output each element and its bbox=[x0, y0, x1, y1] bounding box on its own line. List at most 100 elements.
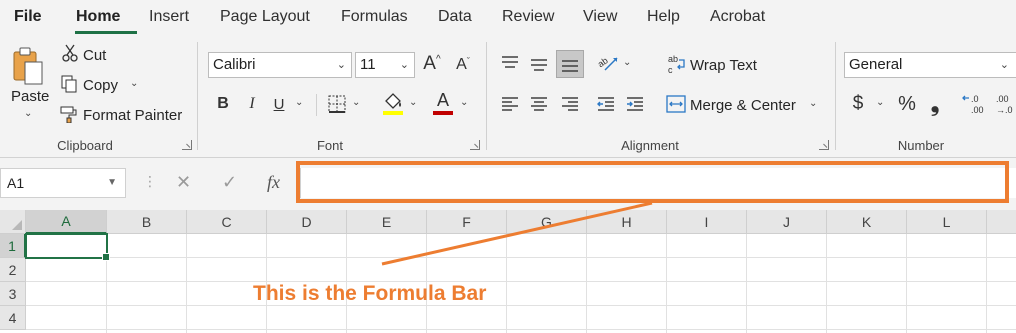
italic-button[interactable]: I bbox=[241, 92, 263, 116]
format-painter-icon[interactable] bbox=[60, 105, 80, 123]
column-header-k[interactable]: K bbox=[827, 210, 907, 234]
tab-file[interactable]: File bbox=[14, 8, 42, 26]
wrap-text-icon[interactable]: ab c bbox=[667, 54, 687, 76]
copy-button[interactable]: Copy bbox=[83, 77, 118, 94]
bottom-align-icon[interactable] bbox=[556, 50, 584, 78]
tab-formulas[interactable]: Formulas bbox=[341, 8, 408, 26]
alignment-launcher-icon[interactable] bbox=[819, 140, 829, 150]
tab-help[interactable]: Help bbox=[647, 8, 680, 26]
paste-button[interactable]: Paste bbox=[11, 88, 49, 105]
gridline bbox=[26, 257, 1016, 258]
gridline bbox=[26, 329, 1016, 330]
column-header-d[interactable]: D bbox=[267, 210, 347, 234]
format-painter-button[interactable]: Format Painter bbox=[83, 107, 182, 124]
currency-button[interactable]: $ bbox=[849, 92, 867, 116]
column-header-b[interactable]: B bbox=[107, 210, 187, 234]
column-header-a[interactable]: A bbox=[26, 210, 107, 234]
scissors-icon[interactable] bbox=[61, 44, 79, 62]
tab-page-layout[interactable]: Page Layout bbox=[220, 8, 310, 26]
number-format-select[interactable]: General ⌄ bbox=[844, 52, 1016, 78]
decrease-font-size-icon[interactable]: Aˇ bbox=[452, 54, 474, 76]
comma-style-button[interactable]: ❟ bbox=[926, 91, 944, 116]
active-cell-a1[interactable] bbox=[25, 233, 110, 261]
column-header-j[interactable]: J bbox=[747, 210, 827, 234]
font-color-icon[interactable]: A bbox=[432, 90, 454, 116]
enter-icon[interactable]: ✓ bbox=[222, 172, 237, 193]
select-all-button[interactable] bbox=[0, 210, 26, 234]
gridline bbox=[746, 234, 747, 333]
font-size-select[interactable]: 11 ⌄ bbox=[355, 52, 415, 78]
font-name-select[interactable]: Calibri ⌄ bbox=[208, 52, 352, 78]
tab-acrobat[interactable]: Acrobat bbox=[710, 8, 765, 26]
copy-icon[interactable] bbox=[60, 75, 78, 93]
spreadsheet-grid[interactable]: A B C D E F G H I J K L 1 2 3 4 bbox=[0, 210, 1016, 333]
name-box-value: A1 bbox=[7, 175, 25, 191]
orientation-icon[interactable]: ab bbox=[596, 50, 620, 74]
top-align-icon[interactable] bbox=[498, 52, 522, 74]
group-divider bbox=[486, 42, 487, 150]
increase-indent-icon[interactable] bbox=[623, 92, 647, 116]
ribbon: Paste ⌄ Cut Copy ⌄ Format Painter Clipbo… bbox=[0, 36, 1016, 158]
gridline bbox=[586, 234, 587, 333]
paste-dropdown-icon[interactable]: ⌄ bbox=[24, 108, 32, 119]
tab-review[interactable]: Review bbox=[502, 8, 554, 26]
gridline bbox=[906, 234, 907, 333]
gridline bbox=[26, 281, 1016, 282]
borders-dropdown-icon[interactable]: ⌄ bbox=[352, 97, 360, 108]
underline-dropdown-icon[interactable]: ⌄ bbox=[295, 97, 303, 108]
group-divider bbox=[197, 42, 198, 150]
percent-button[interactable]: % bbox=[895, 92, 919, 116]
column-header-h[interactable]: H bbox=[587, 210, 667, 234]
merge-center-dropdown-icon[interactable]: ⌄ bbox=[809, 98, 817, 109]
column-header-c[interactable]: C bbox=[187, 210, 267, 234]
tab-view[interactable]: View bbox=[583, 8, 617, 26]
decrease-indent-icon[interactable] bbox=[594, 92, 618, 116]
name-box[interactable]: A1 ▼ bbox=[0, 168, 126, 198]
column-header-m[interactable] bbox=[987, 210, 1016, 234]
underline-button[interactable]: U bbox=[268, 92, 290, 116]
orientation-dropdown-icon[interactable]: ⌄ bbox=[623, 57, 631, 68]
row-header-4[interactable]: 4 bbox=[0, 306, 26, 330]
cut-button[interactable]: Cut bbox=[83, 47, 106, 64]
copy-dropdown-icon[interactable]: ⌄ bbox=[130, 78, 138, 89]
merge-center-icon[interactable] bbox=[666, 94, 686, 114]
column-header-l[interactable]: L bbox=[907, 210, 987, 234]
fill-color-dropdown-icon[interactable]: ⌄ bbox=[409, 97, 417, 108]
increase-decimal-icon[interactable]: .0.00 bbox=[961, 92, 989, 116]
gridline bbox=[506, 234, 507, 333]
font-color-swatch bbox=[433, 111, 453, 115]
active-tab-indicator bbox=[75, 31, 137, 34]
font-launcher-icon[interactable] bbox=[470, 140, 480, 150]
align-left-icon[interactable] bbox=[498, 92, 522, 116]
align-center-icon[interactable] bbox=[527, 92, 551, 116]
clipboard-launcher-icon[interactable] bbox=[182, 140, 192, 150]
middle-align-icon[interactable] bbox=[527, 52, 551, 76]
gridline bbox=[986, 234, 987, 333]
svg-text:→.0: →.0 bbox=[996, 105, 1013, 115]
column-header-i[interactable]: I bbox=[667, 210, 747, 234]
fill-color-icon[interactable] bbox=[382, 90, 404, 116]
tab-data[interactable]: Data bbox=[438, 8, 472, 26]
merge-center-button[interactable]: Merge & Center bbox=[690, 97, 796, 114]
column-header-g[interactable]: G bbox=[507, 210, 587, 234]
decrease-decimal-icon[interactable]: .00 →.0 bbox=[994, 92, 1016, 116]
row-header-1[interactable]: 1 bbox=[0, 234, 26, 258]
cancel-icon[interactable]: ✕ bbox=[176, 172, 191, 193]
borders-icon[interactable] bbox=[327, 94, 347, 114]
align-right-icon[interactable] bbox=[558, 92, 582, 116]
wrap-text-button[interactable]: Wrap Text bbox=[690, 57, 757, 74]
font-color-dropdown-icon[interactable]: ⌄ bbox=[460, 97, 468, 108]
increase-font-size-icon[interactable]: A ^ bbox=[421, 52, 443, 76]
currency-dropdown-icon[interactable]: ⌄ bbox=[876, 97, 884, 108]
drag-handle-icon[interactable]: ⋮ bbox=[143, 173, 157, 190]
column-header-f[interactable]: F bbox=[427, 210, 507, 234]
svg-text:.00: .00 bbox=[971, 105, 984, 115]
row-header-2[interactable]: 2 bbox=[0, 258, 26, 282]
column-header-e[interactable]: E bbox=[347, 210, 427, 234]
bold-button[interactable]: B bbox=[212, 92, 234, 116]
tab-insert[interactable]: Insert bbox=[149, 8, 189, 26]
tab-home[interactable]: Home bbox=[76, 8, 120, 26]
insert-function-icon[interactable]: fx bbox=[267, 172, 280, 193]
row-header-3[interactable]: 3 bbox=[0, 282, 26, 306]
paste-icon[interactable] bbox=[8, 44, 48, 88]
